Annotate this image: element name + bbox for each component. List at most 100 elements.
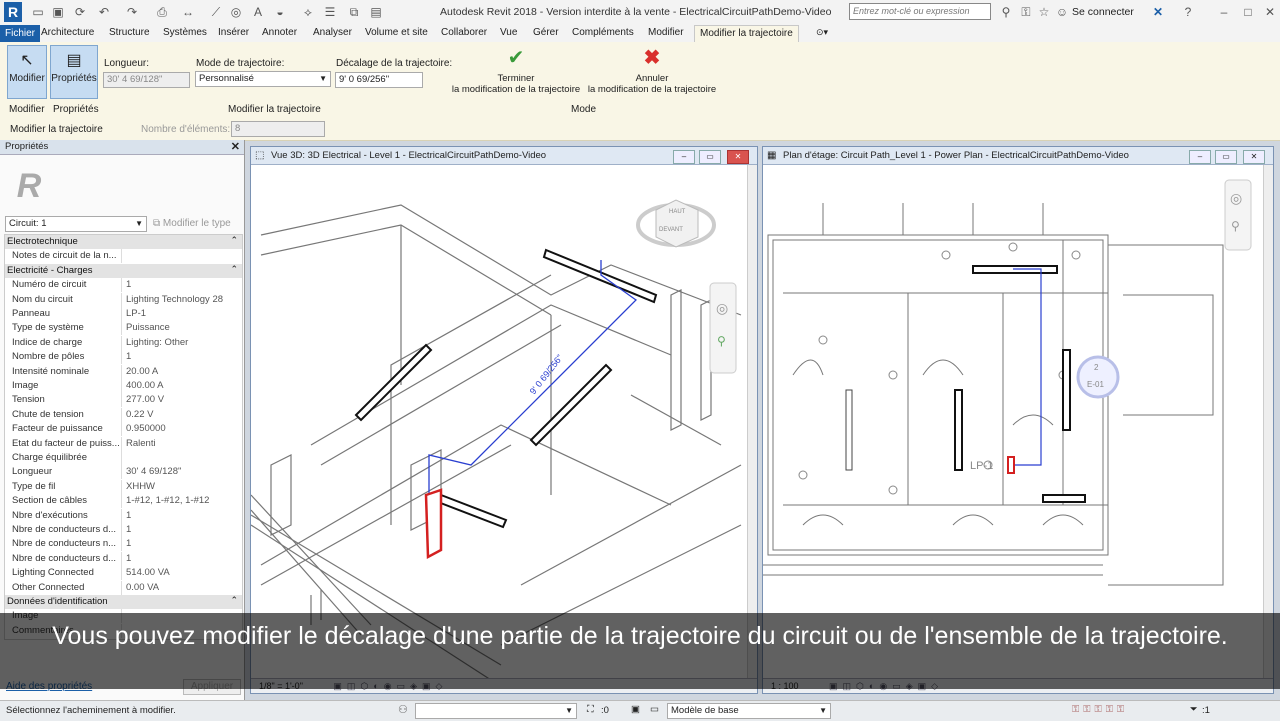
revit-logo-icon[interactable]: R <box>4 2 22 22</box>
property-row[interactable]: Facteur de puissance 0.950000 <box>5 422 242 437</box>
circuit-path-plan[interactable] <box>1013 268 1042 466</box>
property-value[interactable]: Lighting Technology 28 <box>121 292 240 307</box>
switch-windows-icon[interactable]: ▤ <box>368 4 384 20</box>
tab-systems[interactable]: Systèmes <box>163 27 207 38</box>
workset-icon[interactable]: ⚇ <box>398 703 408 716</box>
close-icon[interactable]: ✕ <box>1262 4 1278 20</box>
measure-icon[interactable]: ↔ <box>180 4 196 20</box>
print-icon[interactable]: ⎙ <box>154 4 170 20</box>
section-icon[interactable]: ⟡ <box>300 4 316 20</box>
property-row[interactable]: Nom du circuit Lighting Technology 28 <box>5 292 242 307</box>
close-icon[interactable]: ✕ <box>727 150 749 164</box>
viewcube-icon[interactable]: HAUT DEVANT <box>636 199 716 248</box>
redo-icon[interactable]: ↷ <box>124 4 140 20</box>
property-value[interactable]: 0.00 VA <box>121 580 240 595</box>
property-row[interactable]: Tension 277.00 V <box>5 393 242 408</box>
tab-modify[interactable]: Modifier <box>648 27 684 38</box>
property-row[interactable]: Panneau LP-1 <box>5 307 242 321</box>
property-value[interactable]: 1 <box>121 278 240 293</box>
property-value[interactable] <box>121 451 240 465</box>
property-row[interactable]: Etat du facteur de puiss... Ralenti <box>5 436 242 451</box>
design-option-select[interactable]: Modèle de base ▼ <box>667 703 831 719</box>
navigation-bar[interactable] <box>709 282 737 374</box>
open-icon[interactable]: ▭ <box>30 4 46 20</box>
edit-type-button[interactable]: ⧉ Modifier le type <box>153 218 231 229</box>
steering-wheel-icon[interactable]: ◎ <box>716 301 728 317</box>
property-value[interactable]: 1 <box>121 523 240 537</box>
tab-overflow-icon[interactable]: ⊙▾ <box>816 27 828 38</box>
binoculars-icon[interactable]: ⚲ <box>998 4 1014 20</box>
save-icon[interactable]: ▣ <box>50 4 66 20</box>
property-section[interactable]: Electrotechnique ⌃ <box>5 235 242 250</box>
tab-architecture[interactable]: Architecture <box>41 27 94 38</box>
property-row[interactable]: Numéro de circuit 1 <box>5 278 242 293</box>
property-value[interactable]: 1 <box>121 508 240 523</box>
property-section[interactable]: Electricité - Charges ⌃ <box>5 263 242 279</box>
property-row[interactable]: Notes de circuit de la n... <box>5 249 242 264</box>
modify-button[interactable]: ↖ Modifier <box>7 45 47 99</box>
collapse-icon[interactable]: ⌃ <box>230 264 238 275</box>
floor-plan-window[interactable]: ▦ Plan d'étage: Circuit Path_Level 1 - P… <box>762 146 1274 694</box>
main-model-icon[interactable]: ▭ <box>650 704 659 715</box>
property-row[interactable]: Charge équilibrée <box>5 451 242 465</box>
undo-icon[interactable]: ↶ <box>96 4 112 20</box>
help-icon[interactable]: ? <box>1180 4 1196 20</box>
property-row[interactable]: Indice de charge Lighting: Other <box>5 335 242 350</box>
collapse-icon[interactable]: ⌃ <box>230 595 238 606</box>
property-value[interactable] <box>121 249 240 264</box>
circuit-path[interactable] <box>428 260 638 495</box>
minimize-icon[interactable]: – <box>673 150 695 164</box>
tag-icon[interactable]: ◎ <box>228 4 244 20</box>
restore-icon[interactable]: ▭ <box>1215 150 1237 164</box>
property-row[interactable]: Lighting Connected 514.00 VA <box>5 566 242 581</box>
minimize-icon[interactable]: – <box>1216 4 1232 20</box>
property-row[interactable]: Nombre de pôles 1 <box>5 350 242 365</box>
tab-structure[interactable]: Structure <box>109 27 150 38</box>
property-value[interactable]: XHHW <box>121 479 240 494</box>
favorites-star-icon[interactable]: ☆ <box>1036 4 1052 20</box>
close-hidden-icon[interactable]: ⧉ <box>346 4 362 20</box>
zoom-icon[interactable]: ⚲ <box>1231 219 1240 233</box>
property-value[interactable]: 400.00 A <box>121 379 240 393</box>
property-value[interactable]: 20.00 A <box>121 364 240 379</box>
property-value[interactable]: 1 <box>121 551 240 566</box>
property-value[interactable]: 514.00 VA <box>121 566 240 581</box>
sign-in-button[interactable]: Se connecter <box>1072 6 1134 18</box>
minimize-icon[interactable]: – <box>1189 150 1211 164</box>
tab-modify-path[interactable]: Modifier la trajectoire <box>694 25 799 43</box>
property-row[interactable]: Nbre d'exécutions 1 <box>5 508 242 523</box>
property-row[interactable]: Nbre de conducteurs d... 1 <box>5 551 242 566</box>
exchange-apps-icon[interactable]: ✕ <box>1150 4 1166 20</box>
tab-file[interactable]: Fichier <box>0 25 41 42</box>
tab-collaborate[interactable]: Collaborer <box>441 27 487 38</box>
property-row[interactable]: Type de fil XHHW <box>5 479 242 494</box>
dimension-icon[interactable]: ⟋ <box>208 4 224 20</box>
steering-wheel-icon[interactable]: ◎ <box>1230 191 1242 207</box>
workset-select[interactable]: ▼ <box>415 703 577 719</box>
finish-path-edit-button[interactable]: ✔ Terminer la modification de la traject… <box>449 48 583 100</box>
selection-options-icons[interactable]: ⚿⚿⚿⚿⚿ <box>1072 704 1128 715</box>
tab-insert[interactable]: Insérer <box>218 27 249 38</box>
user-icon[interactable]: ☺ <box>1054 4 1070 20</box>
restore-icon[interactable]: ▭ <box>699 150 721 164</box>
3d-view-icon[interactable]: ◒ <box>272 4 288 20</box>
view-3d-scrollbar[interactable] <box>747 165 757 680</box>
floor-plan-canvas[interactable]: LP-1 2 E-01 ◎ ⚲ <box>763 165 1273 680</box>
maximize-icon[interactable]: □ <box>1240 4 1256 20</box>
design-options-icon[interactable]: ▣ <box>631 704 640 715</box>
panel-lp1-plan[interactable] <box>1007 456 1015 474</box>
properties-button[interactable]: ▤ Propriétés <box>50 45 98 99</box>
collapse-icon[interactable]: ⌃ <box>230 235 238 246</box>
property-row[interactable]: Longueur 30' 4 69/128" <box>5 465 242 480</box>
cancel-path-edit-button[interactable]: ✖ Annuler la modification de la trajecto… <box>585 48 719 100</box>
property-value[interactable]: Lighting: Other <box>121 335 240 350</box>
property-row[interactable]: Image 400.00 A <box>5 379 242 393</box>
property-value[interactable]: Ralenti <box>121 436 240 451</box>
property-value[interactable]: 0.22 V <box>121 407 240 422</box>
tab-annotate[interactable]: Annoter <box>262 27 297 38</box>
property-section[interactable]: Données d'identification ⌃ <box>5 595 242 610</box>
property-row[interactable]: Type de système Puissance <box>5 321 242 336</box>
property-value[interactable]: 1 <box>121 350 240 365</box>
property-row[interactable]: Intensité nominale 20.00 A <box>5 364 242 379</box>
path-mode-select[interactable]: Personnalisé ▼ <box>195 71 331 87</box>
